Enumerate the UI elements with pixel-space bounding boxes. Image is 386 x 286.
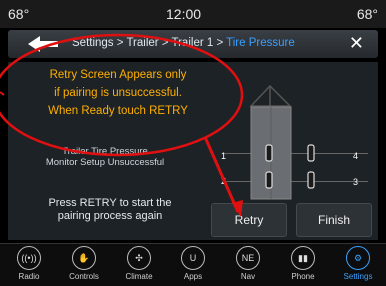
callout-line-1: Retry Screen Appears only: [49, 69, 187, 81]
bottom-dock: ((•)) Radio ✋ Controls ✣ Climate U Apps …: [0, 243, 386, 286]
controls-icon: ✋: [72, 246, 96, 270]
dock-label: Settings: [343, 272, 373, 281]
dock-settings[interactable]: ⚙ Settings: [331, 244, 385, 286]
phone-icon: ▮▮: [291, 246, 315, 270]
dock-phone[interactable]: ▮▮ Phone: [276, 244, 330, 286]
dock-label: Apps: [183, 272, 203, 281]
apps-icon: U: [181, 246, 205, 270]
radio-icon: ((•)): [17, 246, 41, 270]
dock-controls[interactable]: ✋ Controls: [57, 244, 111, 286]
dock-apps[interactable]: U Apps: [166, 244, 220, 286]
dock-label: Nav: [240, 272, 256, 281]
settings-icon: ⚙: [346, 246, 370, 270]
nav-icon: NE: [236, 246, 260, 270]
dock-label: Climate: [125, 272, 153, 281]
callout-line-2: if pairing is unsuccessful.: [54, 87, 182, 99]
dock-nav[interactable]: NE Nav: [221, 244, 275, 286]
dock-label: Radio: [18, 272, 40, 281]
dock-label: Phone: [291, 272, 315, 281]
callout-line-3: When Ready touch RETRY: [48, 105, 188, 117]
dock-label: Controls: [69, 272, 99, 281]
climate-icon: ✣: [127, 246, 151, 270]
callout-text: Retry Screen Appears only if pairing is …: [28, 66, 208, 120]
dock-radio[interactable]: ((•)) Radio: [2, 244, 56, 286]
dock-climate[interactable]: ✣ Climate: [112, 244, 166, 286]
